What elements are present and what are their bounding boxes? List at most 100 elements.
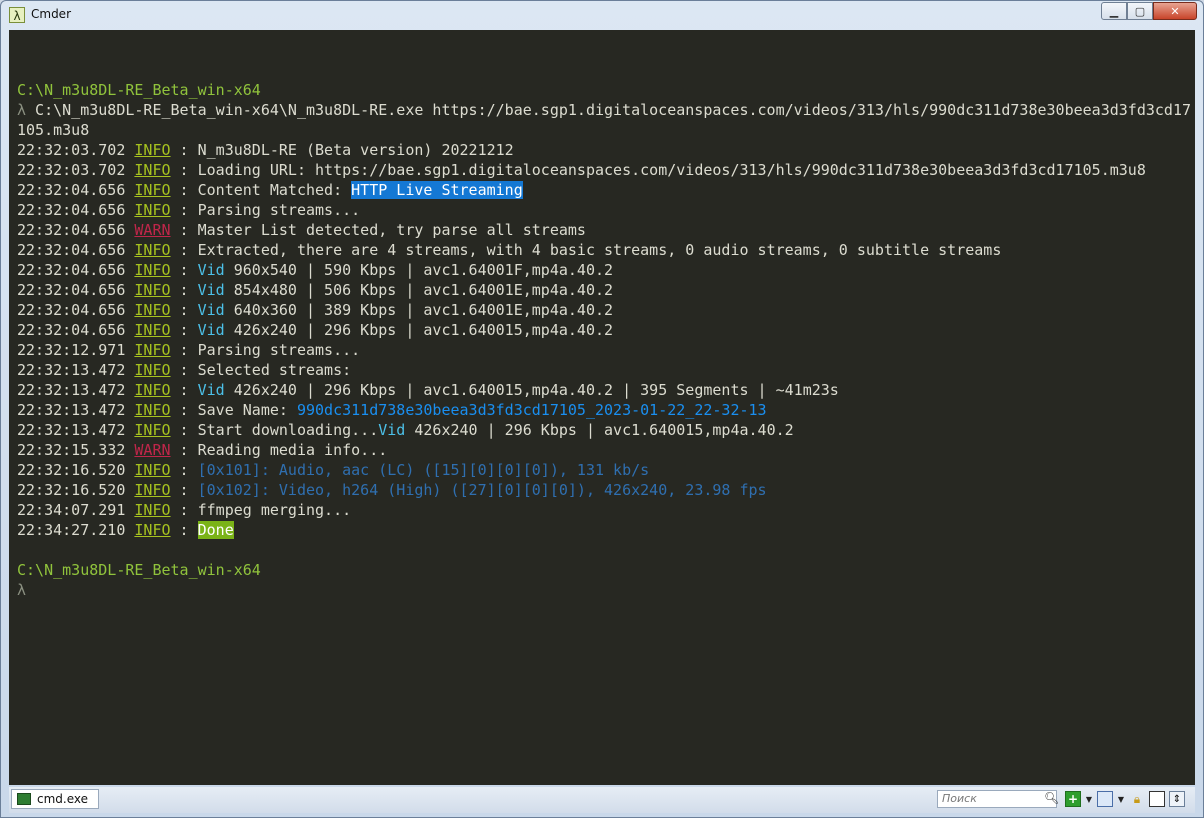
- log-line: 22:32:13.472 INFO : Selected streams:: [17, 360, 1191, 380]
- log-vid-tag: Vid: [378, 421, 406, 439]
- log-text: Reading media info...: [197, 441, 388, 459]
- log-separator: :: [170, 501, 198, 519]
- log-level: WARN: [134, 221, 171, 239]
- log-text: Selected streams:: [197, 361, 352, 379]
- log-line: 22:32:13.472 INFO : Save Name: 990dc311d…: [17, 400, 1191, 420]
- log-line: 22:32:04.656 INFO : Vid 640x360 | 389 Kb…: [17, 300, 1191, 320]
- log-time: 22:32:16.520: [17, 461, 135, 479]
- log-save-name: 990dc311d738e30beea3d3fd3cd17105_2023-01…: [296, 401, 767, 419]
- log-line: 22:32:13.472 INFO : Vid 426x240 | 296 Kb…: [17, 380, 1191, 400]
- maximize-button[interactable]: ▢: [1127, 2, 1153, 20]
- log-separator: :: [170, 401, 198, 419]
- log-time: 22:32:13.472: [17, 401, 135, 419]
- log-level: INFO: [134, 201, 171, 219]
- log-vid-tag: Vid: [197, 301, 225, 319]
- log-text: 960x540 | 590 Kbps | avc1.64001F,mp4a.40…: [224, 261, 614, 279]
- log-separator: :: [170, 321, 198, 339]
- log-media-info: [0x102]: Video, h264 (High) ([27][0][0][…: [197, 481, 767, 499]
- log-line: 22:32:12.971 INFO : Parsing streams...: [17, 340, 1191, 360]
- log-time: 22:32:04.656: [17, 221, 135, 239]
- prompt-symbol: λ: [17, 581, 27, 599]
- terminal-output: C:\N_m3u8DL-RE_Beta_win-x64 λ C:\N_m3u8DL…: [17, 60, 1191, 600]
- log-separator: :: [170, 141, 198, 159]
- log-text: 854x480 | 506 Kbps | avc1.64001E,mp4a.40…: [224, 281, 614, 299]
- console-tab-label: cmd.exe: [37, 792, 89, 806]
- log-text: Parsing streams...: [197, 201, 361, 219]
- log-separator: :: [170, 341, 198, 359]
- log-time: 22:32:04.656: [17, 201, 135, 219]
- title-bar[interactable]: λ Cmder ▁ ▢ ✕: [1, 1, 1203, 29]
- layout-icon[interactable]: [1149, 791, 1165, 807]
- log-level: INFO: [134, 241, 171, 259]
- log-text: Loading URL: https://bae.sgp1.digitaloce…: [197, 161, 1146, 179]
- prompt-path: C:\N_m3u8DL-RE_Beta_win-x64: [17, 81, 261, 99]
- log-time: 22:32:04.656: [17, 181, 135, 199]
- log-separator: :: [170, 241, 198, 259]
- log-level: INFO: [134, 481, 171, 499]
- log-level: INFO: [134, 421, 171, 439]
- command-line-wrap: 105.m3u8: [17, 120, 1191, 140]
- lock-icon[interactable]: 🔒︎: [1129, 791, 1145, 807]
- search-icon[interactable]: 🔍︎: [1044, 791, 1060, 807]
- command-text: C:\N_m3u8DL-RE_Beta_win-x64\N_m3u8DL-RE.…: [26, 101, 1191, 119]
- prompt-symbol: λ: [17, 101, 27, 119]
- panel-dropdown-icon[interactable]: ▼: [1117, 791, 1125, 807]
- command-text-wrap: 105.m3u8: [17, 121, 90, 139]
- log-level: WARN: [134, 441, 171, 459]
- log-time: 22:34:27.210: [17, 521, 135, 539]
- log-line: 22:34:27.210 INFO : Done: [17, 520, 1191, 540]
- minimize-button[interactable]: ▁: [1101, 2, 1127, 20]
- log-time: 22:32:03.702: [17, 161, 135, 179]
- log-line: 22:32:03.702 INFO : N_m3u8DL-RE (Beta ve…: [17, 140, 1191, 160]
- log-time: 22:32:15.332: [17, 441, 135, 459]
- log-separator: :: [170, 461, 198, 479]
- close-button[interactable]: ✕: [1153, 2, 1197, 20]
- log-text: 640x360 | 389 Kbps | avc1.64001E,mp4a.40…: [224, 301, 614, 319]
- log-vid-tag: Vid: [197, 381, 225, 399]
- log-line: 22:32:04.656 WARN : Master List detected…: [17, 220, 1191, 240]
- log-time: 22:32:13.472: [17, 361, 135, 379]
- log-line: 22:32:04.656 INFO : Vid 426x240 | 296 Kb…: [17, 320, 1191, 340]
- log-time: 22:32:16.520: [17, 481, 135, 499]
- log-time: 22:32:04.656: [17, 301, 135, 319]
- log-text: Extracted, there are 4 streams, with 4 b…: [197, 241, 1002, 259]
- prompt-path-line: C:\N_m3u8DL-RE_Beta_win-x64: [17, 560, 1191, 580]
- panel-icon[interactable]: [1097, 791, 1113, 807]
- log-text: Content Matched:: [197, 181, 352, 199]
- log-level: INFO: [134, 261, 171, 279]
- log-time: 22:32:13.472: [17, 381, 135, 399]
- search-input[interactable]: Поиск: [937, 790, 1057, 808]
- log-separator: :: [170, 421, 198, 439]
- log-text: Parsing streams...: [197, 341, 361, 359]
- cmder-lambda-icon[interactable]: λ: [9, 7, 25, 23]
- new-console-dropdown-icon[interactable]: ▼: [1085, 791, 1093, 807]
- log-line: 22:32:16.520 INFO : [0x101]: Audio, aac …: [17, 460, 1191, 480]
- log-separator: :: [170, 301, 198, 319]
- scroll-icon[interactable]: ⇕: [1169, 791, 1185, 807]
- log-separator: :: [170, 441, 198, 459]
- terminal-area[interactable]: C:\N_m3u8DL-RE_Beta_win-x64 λ C:\N_m3u8DL…: [9, 30, 1195, 785]
- window-controls: ▁ ▢ ✕: [1101, 2, 1197, 22]
- console-tab[interactable]: cmd.exe: [11, 789, 99, 809]
- log-separator: :: [170, 261, 198, 279]
- log-line: 22:32:04.656 INFO : Vid 854x480 | 506 Kb…: [17, 280, 1191, 300]
- prompt-path: C:\N_m3u8DL-RE_Beta_win-x64: [17, 561, 261, 579]
- log-separator: :: [170, 181, 198, 199]
- log-time: 22:32:13.472: [17, 421, 135, 439]
- log-vid-tag: Vid: [197, 321, 225, 339]
- command-line: λ C:\N_m3u8DL-RE_Beta_win-x64\N_m3u8DL-R…: [17, 100, 1191, 120]
- log-level: INFO: [134, 181, 171, 199]
- log-level: INFO: [134, 521, 171, 539]
- log-line: 22:32:13.472 INFO : Start downloading...…: [17, 420, 1191, 440]
- log-level: INFO: [134, 301, 171, 319]
- prompt-path-line: C:\N_m3u8DL-RE_Beta_win-x64: [17, 80, 1191, 100]
- new-console-icon[interactable]: +: [1065, 791, 1081, 807]
- log-text-tail: 426x240 | 296 Kbps | avc1.640015,mp4a.40…: [405, 421, 794, 439]
- log-line: 22:32:04.656 INFO : Extracted, there are…: [17, 240, 1191, 260]
- log-separator: :: [170, 381, 198, 399]
- prompt-line: λ: [17, 580, 1191, 600]
- log-text: Save Name:: [197, 401, 297, 419]
- log-text: 426x240 | 296 Kbps | avc1.640015,mp4a.40…: [224, 381, 839, 399]
